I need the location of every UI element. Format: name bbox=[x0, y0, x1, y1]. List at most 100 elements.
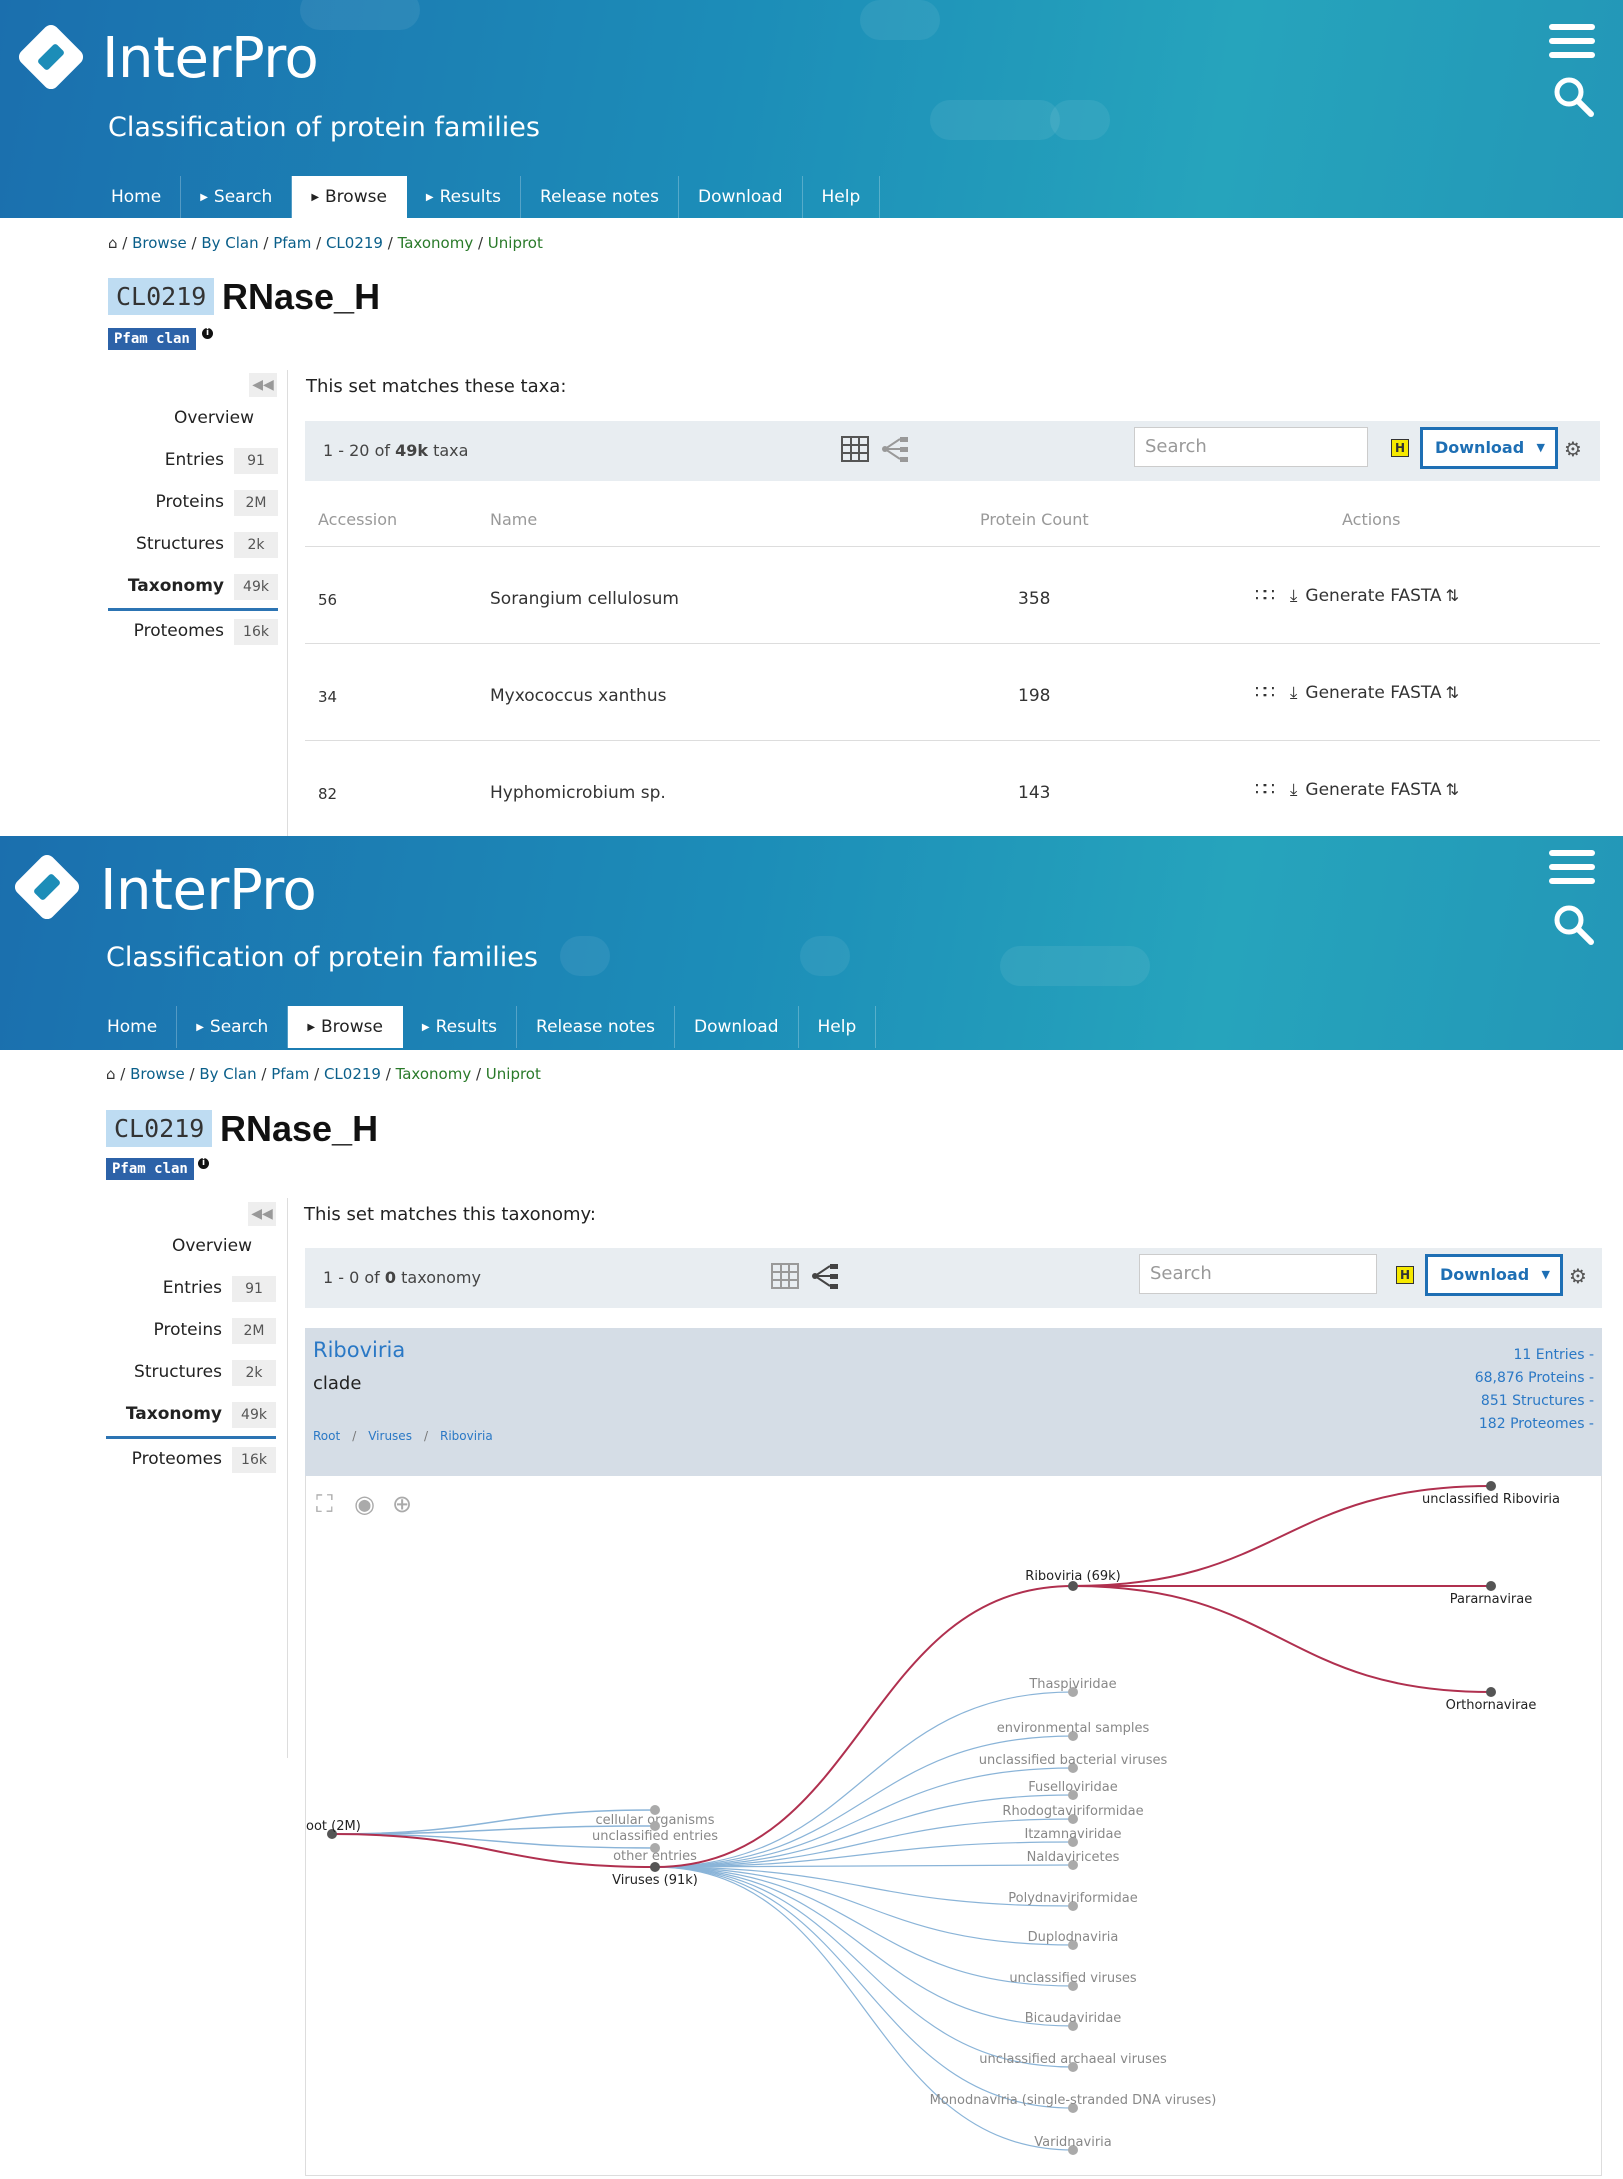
collapse-sidebar-icon[interactable]: ◀◀ bbox=[248, 1202, 276, 1226]
info-icon[interactable]: i bbox=[198, 1158, 209, 1169]
stat-link[interactable]: 68,876 Proteins - bbox=[1475, 1367, 1594, 1390]
row-accession[interactable]: 34 bbox=[318, 688, 337, 706]
breadcrumb-item[interactable]: Taxonomy bbox=[396, 1065, 472, 1083]
tree-view-icon[interactable] bbox=[810, 1261, 840, 1291]
stat-link[interactable]: 851 Structures - bbox=[1475, 1390, 1594, 1413]
tab-release-notes[interactable]: Release notes bbox=[517, 1006, 675, 1048]
tree-node-label[interactable]: environmental samples bbox=[997, 1721, 1150, 1736]
tab-download[interactable]: Download bbox=[679, 176, 803, 218]
column-header[interactable]: Protein Count bbox=[980, 510, 1089, 529]
tree-view-icon[interactable] bbox=[880, 434, 910, 464]
tree-node-label[interactable]: Monodnaviria (single-stranded DNA viruse… bbox=[930, 2093, 1217, 2108]
tree-node-label[interactable]: unclassified entries bbox=[592, 1829, 718, 1844]
search-input[interactable]: Search bbox=[1134, 427, 1368, 467]
column-header[interactable]: Accession bbox=[318, 510, 397, 529]
tree-node-label[interactable]: Polydnaviriformidae bbox=[1008, 1891, 1138, 1906]
sidebar-item-proteomes[interactable]: Proteomes 16k bbox=[106, 1439, 276, 1481]
info-icon[interactable]: i bbox=[202, 328, 213, 339]
tree-node-label[interactable]: Duplodnaviria bbox=[1028, 1930, 1119, 1945]
tree-node-label[interactable]: Viruses (91k) bbox=[612, 1873, 698, 1888]
tree-graph[interactable]: oot (2M) cellular organismsunclassified e… bbox=[306, 1476, 1601, 2174]
tab-help[interactable]: Help bbox=[803, 176, 881, 218]
brand-name[interactable]: InterPro bbox=[100, 858, 317, 923]
breadcrumb-item[interactable]: Pfam bbox=[271, 1065, 309, 1083]
tree-node-label[interactable]: unclassified archaeal viruses bbox=[979, 2052, 1167, 2067]
hamburger-menu-icon[interactable] bbox=[1549, 24, 1595, 64]
tab-results[interactable]: ▶ Results bbox=[407, 176, 522, 218]
tab-home[interactable]: Home bbox=[88, 1006, 178, 1048]
brand-name[interactable]: InterPro bbox=[102, 26, 319, 91]
help-h-badge[interactable]: H bbox=[1396, 1266, 1414, 1284]
sidebar-item-entries[interactable]: Entries 91 bbox=[106, 1268, 276, 1310]
hamburger-menu-icon[interactable] bbox=[1549, 850, 1595, 890]
lineage-item[interactable]: Riboviria bbox=[440, 1429, 493, 1443]
tree-node-label[interactable]: unclassified Riboviria bbox=[1422, 1492, 1560, 1507]
sidebar-item-proteins[interactable]: Proteins 2M bbox=[106, 1310, 276, 1352]
tree-node-label[interactable]: Itzamnaviridae bbox=[1024, 1827, 1121, 1842]
tab-release-notes[interactable]: Release notes bbox=[521, 176, 679, 218]
tree-node-label[interactable]: Naldaviricetes bbox=[1027, 1850, 1120, 1865]
download-icon[interactable]: ⤓ bbox=[1290, 683, 1298, 703]
interpro-logo-icon[interactable] bbox=[14, 20, 88, 94]
tab-results[interactable]: ▶ Results bbox=[403, 1006, 518, 1048]
tab-download[interactable]: Download bbox=[675, 1006, 799, 1048]
stat-link[interactable]: 11 Entries - bbox=[1475, 1344, 1594, 1367]
sidebar-item-taxonomy[interactable]: Taxonomy 49k bbox=[106, 1394, 276, 1439]
row-accession[interactable]: 56 bbox=[318, 591, 337, 609]
tab-help[interactable]: Help bbox=[799, 1006, 877, 1048]
download-icon[interactable]: ⤓ bbox=[1290, 780, 1298, 800]
generate-fasta-link[interactable]: Generate FASTA bbox=[1305, 780, 1441, 800]
sidebar-item-overview[interactable]: Overview bbox=[108, 398, 278, 440]
sidebar-item-overview[interactable]: Overview bbox=[106, 1226, 276, 1268]
row-name[interactable]: Myxococcus xanthus bbox=[490, 686, 666, 706]
tree-node-label[interactable]: other entries bbox=[613, 1849, 697, 1864]
ida-icon[interactable]: ∷∷ bbox=[1255, 585, 1275, 606]
interpro-logo-icon[interactable] bbox=[10, 850, 84, 924]
tree-node[interactable] bbox=[650, 1862, 660, 1872]
tab-search[interactable]: ▶ Search bbox=[181, 176, 293, 218]
tab-search[interactable]: ▶ Search bbox=[177, 1006, 289, 1048]
row-accession[interactable]: 82 bbox=[318, 785, 337, 803]
tree-node-label[interactable]: unclassified bacterial viruses bbox=[979, 1753, 1168, 1768]
ida-icon[interactable]: ∷∷ bbox=[1255, 682, 1275, 703]
tab-browse[interactable]: ▶ Browse bbox=[288, 1006, 403, 1048]
download-icon[interactable]: ⤓ bbox=[1290, 586, 1298, 606]
tree-node-label[interactable]: oot (2M) bbox=[306, 1819, 361, 1834]
table-view-icon[interactable] bbox=[840, 434, 870, 464]
tree-node-label[interactable]: Thaspiviridae bbox=[1028, 1677, 1116, 1692]
sidebar-item-proteomes[interactable]: Proteomes 16k bbox=[108, 611, 278, 653]
tree-node[interactable] bbox=[1486, 1481, 1496, 1491]
search-icon[interactable] bbox=[1551, 74, 1595, 118]
breadcrumb-item[interactable]: Browse bbox=[132, 234, 187, 252]
tab-home[interactable]: Home bbox=[92, 176, 182, 218]
tree-node-label[interactable]: Riboviria (69k) bbox=[1025, 1569, 1120, 1584]
tab-browse[interactable]: ▶ Browse bbox=[292, 176, 407, 218]
taxon-name[interactable]: Riboviria bbox=[313, 1338, 405, 1362]
tree-node[interactable] bbox=[1486, 1687, 1496, 1697]
row-name[interactable]: Hyphomicrobium sp. bbox=[490, 783, 666, 803]
table-view-icon[interactable] bbox=[770, 1261, 800, 1291]
download-button[interactable]: Download ▼ bbox=[1425, 1254, 1563, 1296]
sidebar-item-entries[interactable]: Entries 91 bbox=[108, 440, 278, 482]
help-h-badge[interactable]: H bbox=[1391, 439, 1409, 457]
download-button[interactable]: Download ▼ bbox=[1420, 427, 1558, 469]
breadcrumb-item[interactable]: Pfam bbox=[273, 234, 311, 252]
breadcrumb-item[interactable]: CL0219 bbox=[324, 1065, 381, 1083]
collapse-sidebar-icon[interactable]: ◀◀ bbox=[249, 373, 277, 397]
breadcrumb-item[interactable]: By Clan bbox=[201, 234, 258, 252]
breadcrumb-item[interactable]: By Clan bbox=[199, 1065, 256, 1083]
tree-node-label[interactable]: Orthornavirae bbox=[1446, 1698, 1537, 1713]
search-input[interactable]: Search bbox=[1139, 1254, 1377, 1294]
home-icon[interactable]: ⌂ bbox=[108, 234, 118, 252]
gear-icon[interactable]: ⚙ bbox=[1564, 437, 1582, 461]
breadcrumb-item[interactable]: CL0219 bbox=[326, 234, 383, 252]
tree-node-label[interactable]: Varidnaviria bbox=[1034, 2135, 1112, 2150]
tree-node-label[interactable]: Pararnavirae bbox=[1450, 1592, 1532, 1607]
sidebar-item-proteins[interactable]: Proteins 2M bbox=[108, 482, 278, 524]
tree-node[interactable] bbox=[1486, 1581, 1496, 1591]
search-icon[interactable] bbox=[1551, 902, 1595, 946]
tree-node-label[interactable]: Rhodogtaviriformidae bbox=[1002, 1804, 1143, 1819]
generate-fasta-link[interactable]: Generate FASTA bbox=[1305, 586, 1441, 606]
tree-node-label[interactable]: unclassified viruses bbox=[1009, 1971, 1137, 1986]
breadcrumb-item[interactable]: Taxonomy bbox=[398, 234, 474, 252]
